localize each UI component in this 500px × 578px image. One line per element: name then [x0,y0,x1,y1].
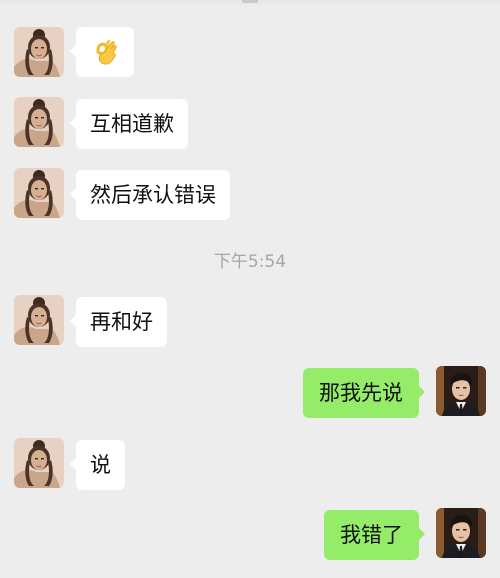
user-avatar[interactable] [436,366,486,416]
message-bubble-outgoing[interactable]: 我错了 [324,510,425,560]
contact-avatar[interactable] [14,168,64,218]
ok-hand-icon [96,39,117,65]
previous-message-edge [0,0,500,6]
message-bubble-incoming[interactable]: 然后承认错误 [70,170,230,220]
message-bubble-incoming[interactable]: 说 [70,440,125,490]
user-avatar[interactable] [436,508,486,558]
contact-avatar[interactable] [14,27,64,77]
contact-avatar[interactable] [14,438,64,488]
message-bubble-incoming[interactable]: 互相道歉 [70,99,188,149]
message-bubble-outgoing[interactable]: 那我先说 [303,368,425,418]
message-bubble-emoji[interactable] [70,27,134,77]
contact-avatar[interactable] [14,295,64,345]
chat-timestamp: 下午5:54 [213,252,287,272]
message-bubble-incoming[interactable]: 再和好 [70,297,167,347]
contact-avatar[interactable] [14,97,64,147]
